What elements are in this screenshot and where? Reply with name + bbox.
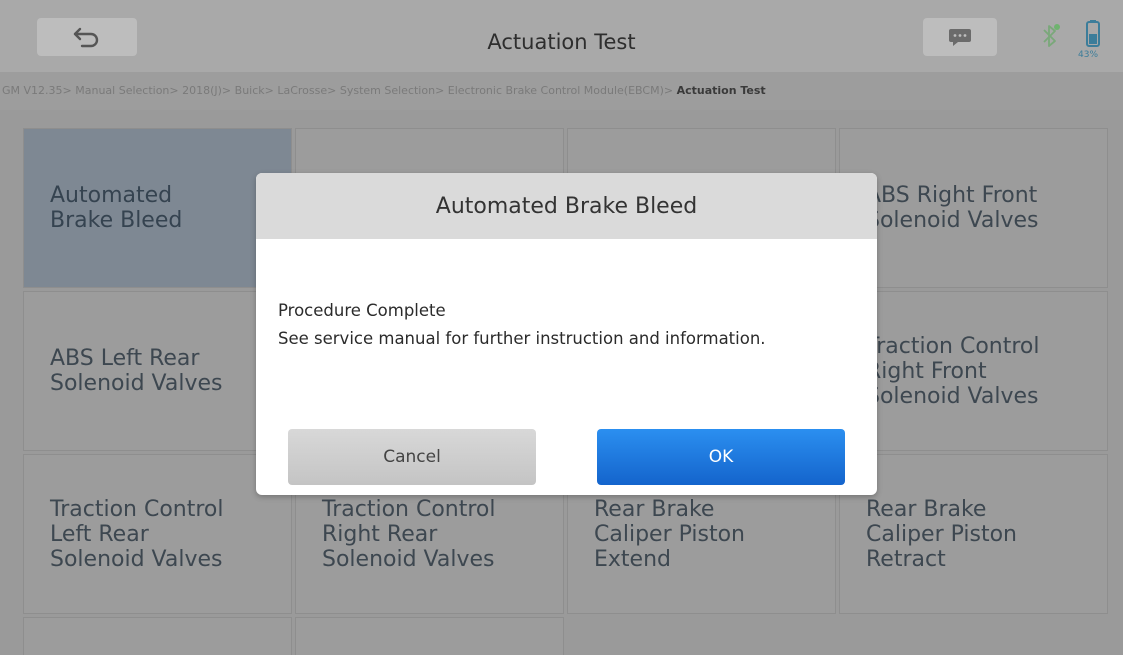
dialog-message: Procedure Complete See service manual fo… — [278, 297, 766, 353]
tile-hidden-6[interactable] — [295, 617, 564, 655]
tile-label-line: Right Front — [866, 358, 987, 384]
tile-label-line: Brake Bleed — [50, 208, 183, 233]
tile-rear-caliper-retract[interactable]: Rear Brake Caliper Piston Retract — [839, 454, 1108, 614]
tile-label-line: Caliper Piston — [866, 521, 1017, 547]
tile-label-line: Rear Brake — [594, 496, 715, 522]
top-bar: Actuation Test 43% — [0, 0, 1123, 72]
chat-icon — [949, 29, 971, 46]
tile-label-line: Rear Brake — [866, 496, 987, 522]
cancel-button[interactable]: Cancel — [288, 429, 536, 485]
dialog-message-line: Procedure Complete — [278, 301, 446, 320]
tile-label-line: Solenoid Valves — [322, 546, 495, 572]
message-button[interactable] — [923, 18, 997, 56]
tile-label-line: Retract — [866, 546, 946, 572]
tile-traction-right-front[interactable]: Traction Control Right Front Solenoid Valv… — [839, 291, 1108, 451]
tile-label-line: Solenoid Valves — [50, 371, 223, 396]
tile-abs-right-front[interactable]: ABS Right Front Solenoid Valves — [839, 128, 1108, 288]
tile-label-line: Right Rear — [322, 521, 438, 547]
bluetooth-icon — [1043, 24, 1060, 47]
breadcrumb-current: Actuation Test — [676, 84, 766, 97]
tile-label-line: Left Rear — [50, 521, 149, 547]
breadcrumb-path: GM V12.35> Manual Selection> 2018(J)> Bu… — [2, 84, 677, 97]
tile-label-line: Solenoid Valves — [866, 208, 1039, 233]
tile-label-line: ABS Left Rear — [50, 346, 200, 371]
tile-label-line: ABS Right Front — [866, 183, 1038, 208]
dialog-title: Automated Brake Bleed — [256, 173, 877, 239]
ok-button[interactable]: OK — [597, 429, 845, 485]
tile-label-line: Extend — [594, 546, 671, 572]
tile-abs-left-rear[interactable]: ABS Left Rear Solenoid Valves — [23, 291, 292, 451]
tile-traction-left-rear[interactable]: Traction Control Left Rear Solenoid Valves — [23, 454, 292, 614]
confirmation-dialog: Automated Brake Bleed Procedure Complete… — [256, 173, 877, 495]
tile-label-line: Solenoid Valves — [50, 546, 223, 572]
battery-percent: 43% — [1078, 50, 1099, 60]
tile-label-line: Caliper Piston — [594, 521, 745, 547]
tile-label-line: Traction Control — [866, 333, 1040, 359]
tile-label-line: Traction Control — [322, 496, 496, 522]
tile-label-line: Solenoid Valves — [866, 383, 1039, 409]
breadcrumb: GM V12.35> Manual Selection> 2018(J)> Bu… — [0, 72, 1123, 110]
tile-label-line: Automated — [50, 183, 173, 208]
tile-label-line: Traction Control — [50, 496, 224, 522]
tile-hidden-5[interactable] — [23, 617, 292, 655]
tile-automated-brake-bleed[interactable]: Automated Brake Bleed — [23, 128, 292, 288]
dialog-message-line: See service manual for further instructi… — [278, 329, 766, 348]
